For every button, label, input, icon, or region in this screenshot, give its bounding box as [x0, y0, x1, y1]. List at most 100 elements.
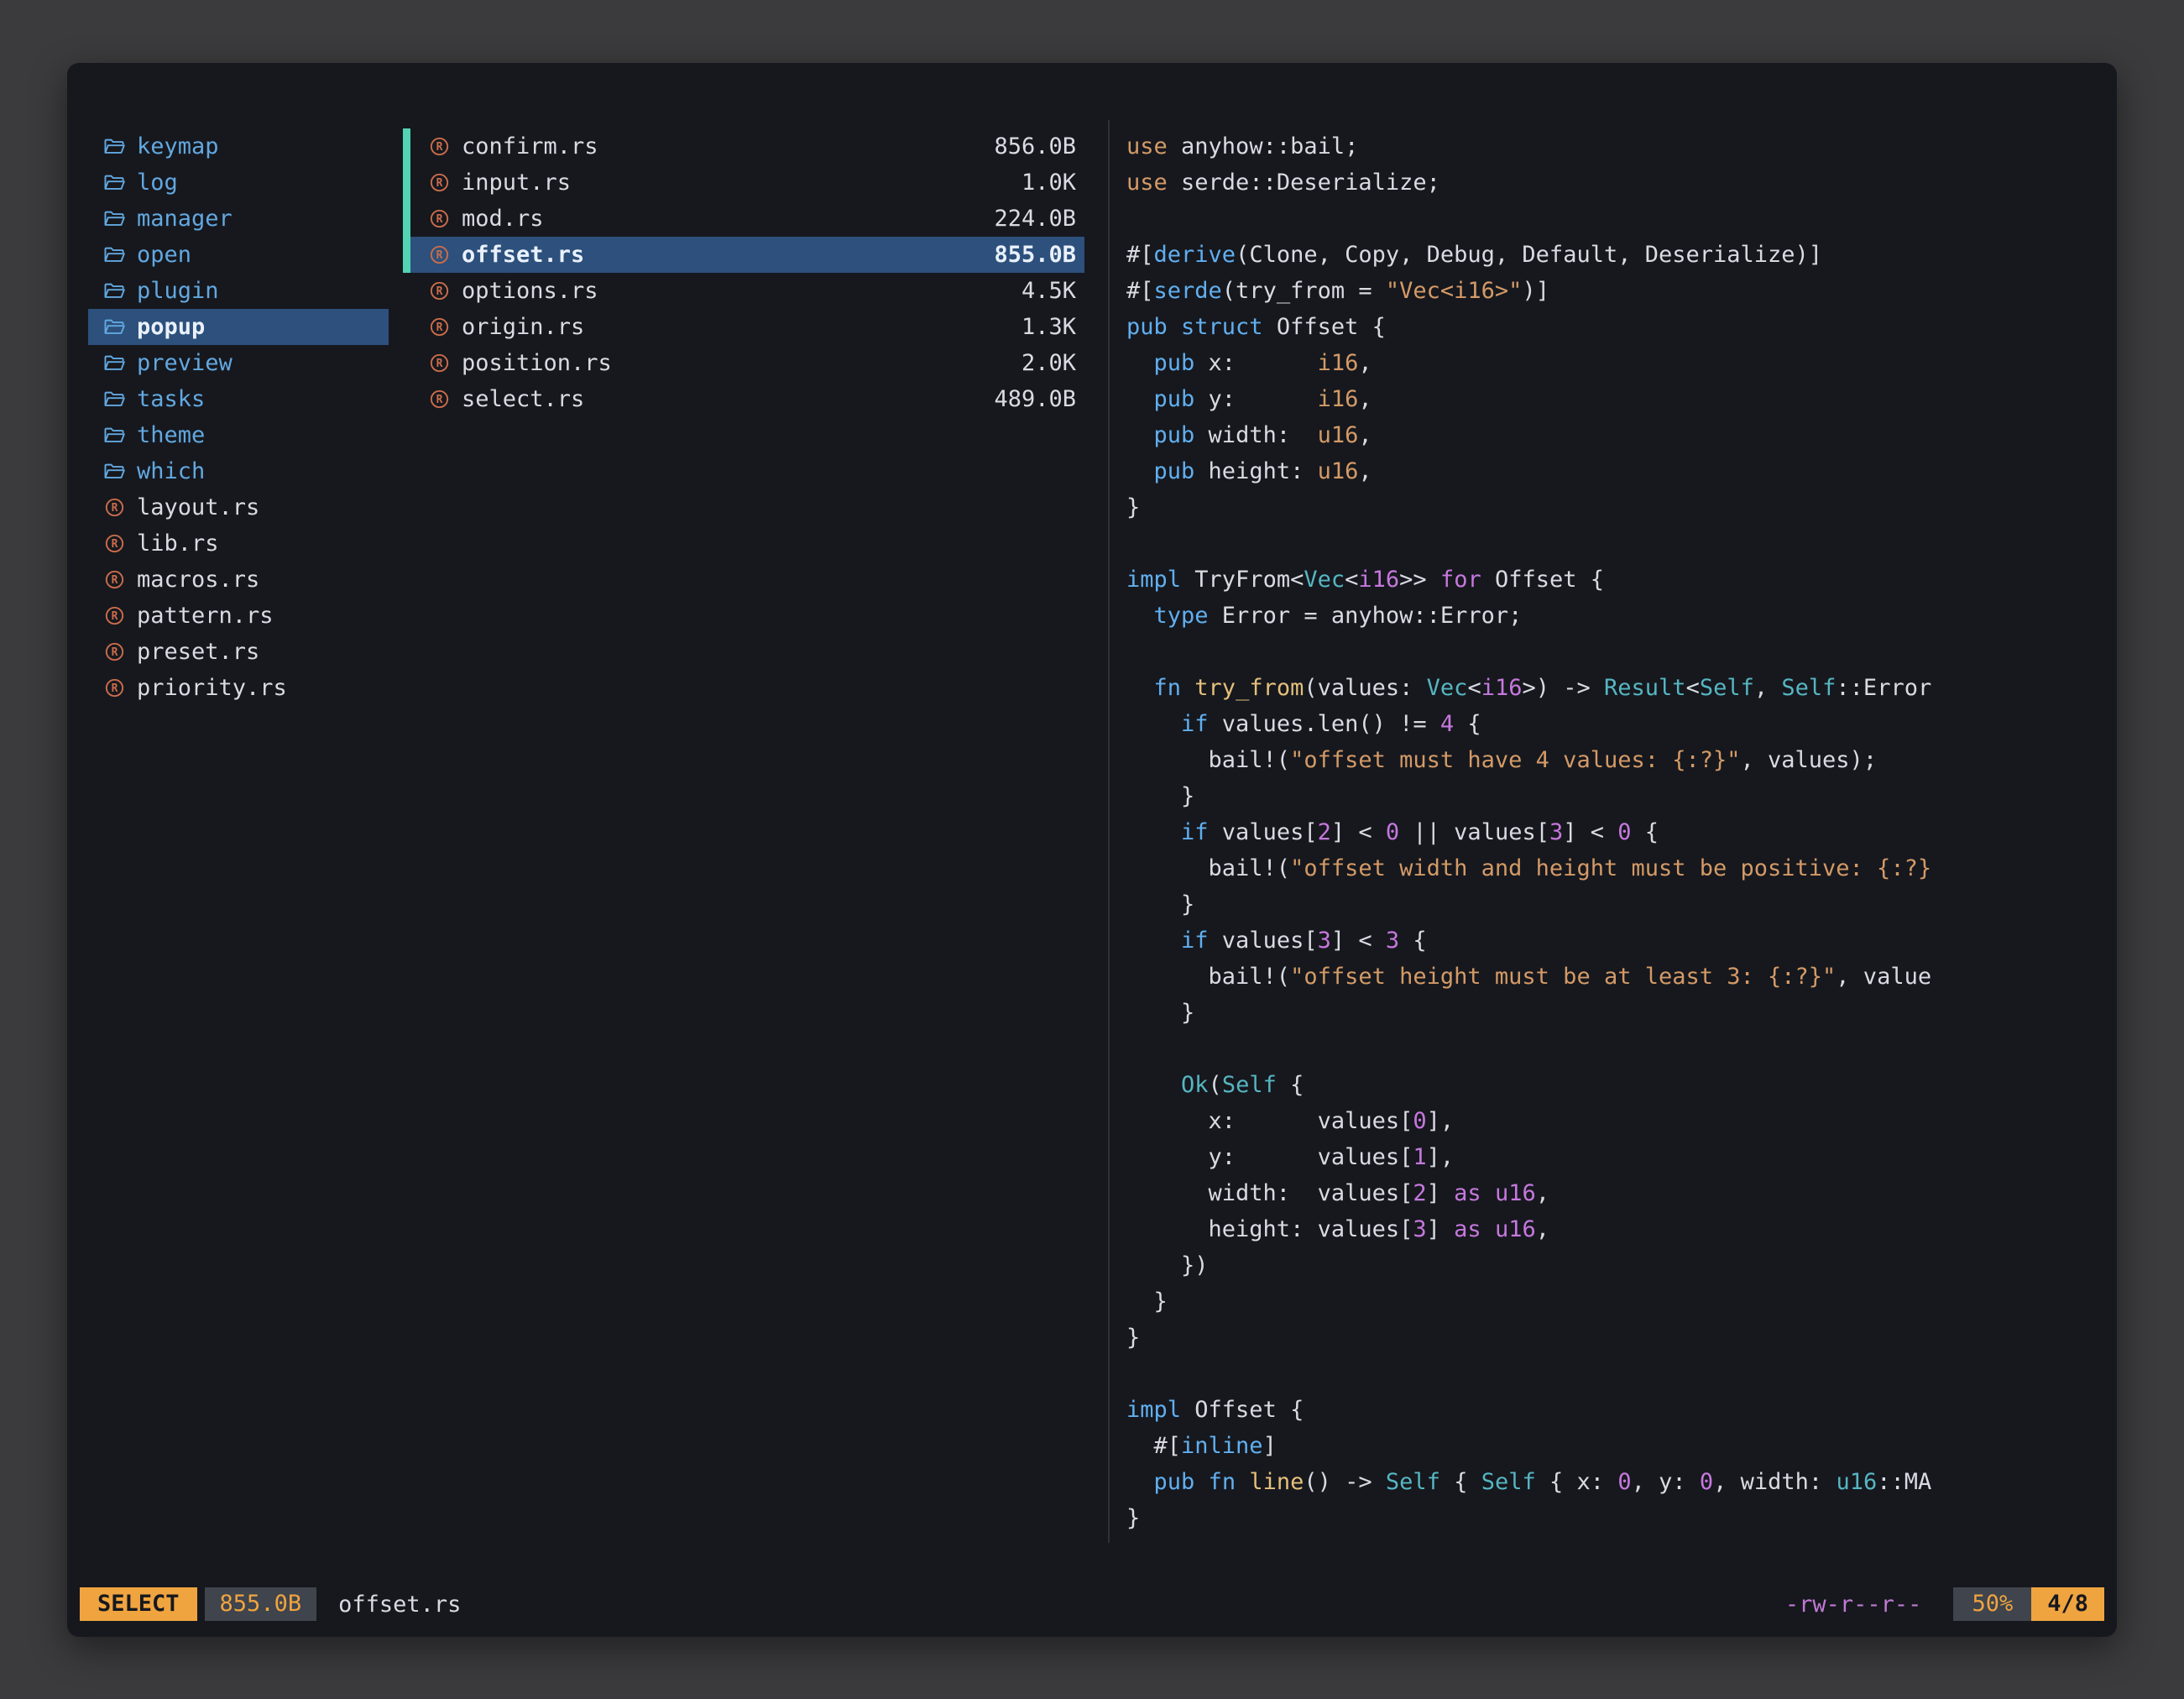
code-line: }	[1126, 886, 2103, 923]
rust-file-icon: R	[103, 640, 126, 663]
code-line: })	[1126, 1247, 2103, 1283]
folder-open-icon	[103, 243, 126, 266]
current-item-select-rs[interactable]: Rselect.rs489.0B	[403, 381, 1084, 417]
pane-divider	[1108, 120, 1110, 1543]
code-line: pub x: i16,	[1126, 345, 2103, 381]
rust-file-icon: R	[428, 207, 451, 230]
rust-file-icon: R	[428, 280, 451, 302]
rust-file-icon: R	[428, 352, 451, 374]
file-name: keymap	[137, 128, 219, 165]
svg-text:R: R	[436, 285, 443, 298]
file-name: tasks	[137, 381, 205, 417]
svg-text:R: R	[112, 646, 118, 659]
parent-item-layout-rs[interactable]: Rlayout.rs	[88, 489, 389, 525]
svg-text:R: R	[112, 574, 118, 587]
file-name: manager	[137, 201, 233, 237]
selected-marker	[403, 165, 410, 201]
code-line: if values[2] < 0 || values[3] < 0 {	[1126, 814, 2103, 850]
current-item-origin-rs[interactable]: Rorigin.rs1.3K	[403, 309, 1084, 345]
parent-item-tasks[interactable]: tasks	[88, 381, 389, 417]
parent-item-preset-rs[interactable]: Rpreset.rs	[88, 634, 389, 670]
file-name: which	[137, 453, 205, 489]
rust-file-icon: R	[428, 135, 451, 158]
code-line: #[derive(Clone, Copy, Debug, Default, De…	[1126, 237, 2103, 273]
folder-open-icon	[103, 424, 126, 447]
current-item-position-rs[interactable]: Rposition.rs2.0K	[403, 345, 1084, 381]
code-line: use anyhow::bail;	[1126, 128, 2103, 165]
file-name: offset.rs	[462, 237, 584, 273]
code-line: pub fn line() -> Self { Self { x: 0, y: …	[1126, 1464, 2103, 1500]
current-item-input-rs[interactable]: Rinput.rs1.0K	[403, 165, 1084, 201]
svg-text:R: R	[436, 213, 443, 226]
parent-item-macros-rs[interactable]: Rmacros.rs	[88, 562, 389, 598]
parent-item-which[interactable]: which	[88, 453, 389, 489]
parent-item-pattern-rs[interactable]: Rpattern.rs	[88, 598, 389, 634]
code-line: if values[3] < 3 {	[1126, 923, 2103, 959]
parent-item-keymap[interactable]: keymap	[88, 128, 389, 165]
code-line: pub width: u16,	[1126, 417, 2103, 453]
code-line: pub y: i16,	[1126, 381, 2103, 417]
code-line	[1126, 201, 2103, 237]
code-line: }	[1126, 489, 2103, 525]
file-size: 856.0B	[994, 128, 1084, 165]
preview-pane[interactable]: use anyhow::bail;use serde::Deserialize;…	[1126, 128, 2103, 1536]
parent-item-theme[interactable]: theme	[88, 417, 389, 453]
file-name: pattern.rs	[137, 598, 274, 634]
current-item-options-rs[interactable]: Roptions.rs4.5K	[403, 273, 1084, 309]
scroll-percent-badge: 50%	[1953, 1587, 2031, 1621]
current-item-confirm-rs[interactable]: Rconfirm.rs856.0B	[403, 128, 1084, 165]
code-line: pub height: u16,	[1126, 453, 2103, 489]
parent-item-open[interactable]: open	[88, 237, 389, 273]
rust-file-icon: R	[103, 677, 126, 699]
status-bar: SELECT 855.0B offset.rs -rw-r--r-- 50% 4…	[80, 1587, 2104, 1621]
code-line: impl TryFrom<Vec<i16>> for Offset {	[1126, 562, 2103, 598]
code-line: y: values[1],	[1126, 1139, 2103, 1175]
code-line: #[serde(try_from = "Vec<i16>")]	[1126, 273, 2103, 309]
code-line: }	[1126, 778, 2103, 814]
parent-item-plugin[interactable]: plugin	[88, 273, 389, 309]
parent-item-priority-rs[interactable]: Rpriority.rs	[88, 670, 389, 706]
cursor-position-badge: 4/8	[2031, 1587, 2104, 1621]
svg-text:R: R	[112, 502, 118, 515]
terminal-window: keymaplogmanageropenpluginpopuppreviewta…	[67, 63, 2117, 1637]
mode-badge: SELECT	[80, 1587, 197, 1621]
file-name: preset.rs	[137, 634, 259, 670]
current-item-offset-rs[interactable]: Roffset.rs 855.0B	[403, 237, 1084, 273]
code-line: }	[1126, 1320, 2103, 1356]
code-line: pub struct Offset {	[1126, 309, 2103, 345]
code-line: }	[1126, 995, 2103, 1031]
code-line: #[inline]	[1126, 1428, 2103, 1464]
rust-file-icon: R	[428, 388, 451, 410]
code-line: width: values[2] as u16,	[1126, 1175, 2103, 1211]
file-name: theme	[137, 417, 205, 453]
code-line: if values.len() != 4 {	[1126, 706, 2103, 742]
file-name: mod.rs	[462, 201, 544, 237]
file-name: position.rs	[462, 345, 612, 381]
parent-item-lib-rs[interactable]: Rlib.rs	[88, 525, 389, 562]
current-item-mod-rs[interactable]: Rmod.rs224.0B	[403, 201, 1084, 237]
rust-file-icon: R	[428, 171, 451, 194]
rust-file-icon: R	[428, 243, 451, 266]
current-pane: Rconfirm.rs856.0BRinput.rs1.0KRmod.rs224…	[403, 128, 1084, 417]
code-line: }	[1126, 1500, 2103, 1536]
parent-item-manager[interactable]: manager	[88, 201, 389, 237]
file-name: macros.rs	[137, 562, 259, 598]
selected-marker	[403, 201, 410, 237]
svg-text:R: R	[436, 141, 443, 154]
parent-item-log[interactable]: log	[88, 165, 389, 201]
svg-text:R: R	[436, 177, 443, 190]
code-line: height: values[3] as u16,	[1126, 1211, 2103, 1247]
folder-open-icon	[103, 388, 126, 410]
code-line: }	[1126, 1283, 2103, 1320]
folder-open-icon	[103, 135, 126, 158]
file-size-badge: 855.0B	[205, 1587, 317, 1621]
selected-marker	[403, 128, 410, 165]
rust-file-icon: R	[103, 532, 126, 555]
folder-open-icon	[103, 316, 126, 338]
file-size: 855.0B	[994, 237, 1084, 273]
parent-item-preview[interactable]: preview	[88, 345, 389, 381]
parent-item-popup[interactable]: popup	[88, 309, 389, 345]
code-line: bail!("offset height must be at least 3:…	[1126, 959, 2103, 995]
svg-text:R: R	[112, 610, 118, 623]
file-name: plugin	[137, 273, 219, 309]
